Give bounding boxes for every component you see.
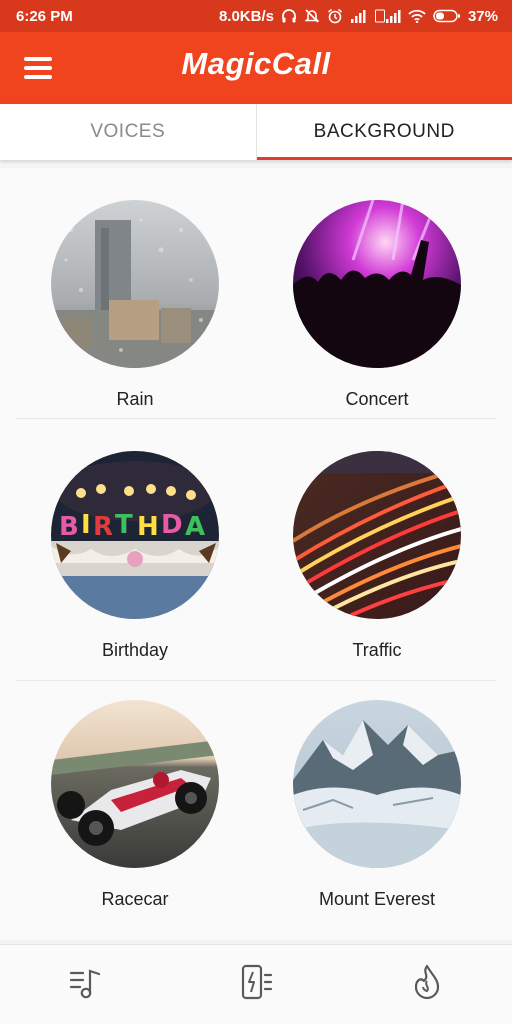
grid-row: Rain Concert xyxy=(0,168,512,418)
music-note-list-icon xyxy=(68,963,102,1006)
background-label: Rain xyxy=(116,389,154,409)
battery-icon xyxy=(433,9,461,23)
background-item-racecar[interactable]: Racecar xyxy=(0,668,256,918)
grid-row: BIR THDA Birthday Traffic xyxy=(0,419,512,669)
status-time: 6:26 PM xyxy=(16,7,73,25)
svg-text:A: A xyxy=(185,512,205,542)
concert-thumbnail xyxy=(293,200,461,368)
signal-icon xyxy=(350,9,368,23)
svg-text:T: T xyxy=(115,510,133,540)
background-label: Birthday xyxy=(101,640,169,660)
birthday-thumbnail: BIR THDA xyxy=(51,451,219,619)
app-title: MagicCall xyxy=(181,46,331,81)
background-item-rain[interactable]: Rain xyxy=(0,168,256,418)
traffic-thumbnail xyxy=(293,451,461,619)
net-speed: 8.0KB/s xyxy=(218,7,274,25)
volte-signal-icon xyxy=(374,9,401,23)
background-label: Mount Everest xyxy=(318,889,436,909)
grid-row: Racecar Mount Everest xyxy=(0,668,512,918)
alarm-icon xyxy=(327,8,343,24)
background-item-birthday[interactable]: BIR THDA Birthday xyxy=(0,419,256,669)
nav-voices[interactable] xyxy=(0,945,171,1024)
svg-text:R: R xyxy=(93,512,113,542)
tab-bar: VOICES BACKGROUND xyxy=(0,104,512,160)
tab-voices[interactable]: VOICES xyxy=(0,104,257,160)
tab-background[interactable]: BACKGROUND xyxy=(256,104,512,160)
status-indicators: 8.0KB/s 37% xyxy=(219,8,498,25)
background-item-mount-everest[interactable]: Mount Everest xyxy=(256,668,512,918)
wifi-icon xyxy=(408,9,426,23)
background-item-concert[interactable]: Concert xyxy=(256,168,512,418)
svg-text:H: H xyxy=(137,512,159,542)
flame-icon xyxy=(410,963,444,1006)
nav-background[interactable] xyxy=(171,945,342,1024)
svg-text:B: B xyxy=(59,512,79,542)
background-label: Racecar xyxy=(101,889,169,909)
racecar-thumbnail xyxy=(51,700,219,868)
background-label: Concert xyxy=(345,389,409,409)
background-grid: Rain Concert B I R T H D A Birthday Traf… xyxy=(0,168,512,940)
bottom-navigation xyxy=(0,944,512,1024)
status-bar: 6:26 PM 8.0KB/s 37% xyxy=(0,0,512,32)
rain-thumbnail xyxy=(51,200,219,368)
app-bar: MagicCall xyxy=(0,32,512,104)
mount-everest-thumbnail xyxy=(293,700,461,868)
nav-effects[interactable] xyxy=(341,945,512,1024)
bell-off-icon xyxy=(304,8,320,24)
background-item-traffic[interactable]: Traffic xyxy=(256,419,512,669)
background-label: Traffic xyxy=(352,640,402,660)
svg-text:I: I xyxy=(81,510,91,540)
phone-vibrate-icon xyxy=(239,963,273,1006)
headphones-icon xyxy=(281,8,297,24)
svg-text:D: D xyxy=(161,510,183,540)
battery-percent: 37% xyxy=(467,7,498,25)
